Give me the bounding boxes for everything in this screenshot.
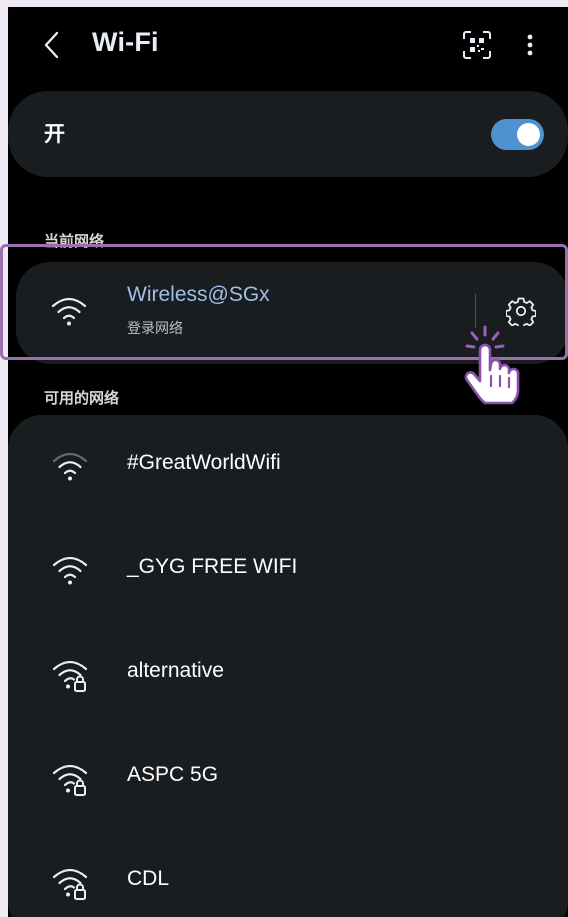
- more-vertical-icon[interactable]: [516, 29, 544, 61]
- current-network-status: 登录网络: [127, 320, 183, 336]
- network-row-greatworldwifi[interactable]: #GreatWorldWifi: [8, 415, 568, 515]
- wifi-icon: [51, 297, 87, 326]
- network-name: _GYG FREE WIFI: [127, 555, 298, 578]
- network-name: #GreatWorldWifi: [127, 451, 281, 474]
- current-network-name: Wireless@SGx: [127, 283, 270, 306]
- qr-scan-icon[interactable]: [461, 29, 493, 61]
- network-name: CDL: [127, 867, 170, 890]
- network-row-alternative[interactable]: alternative: [8, 623, 568, 723]
- divider: [475, 294, 476, 328]
- wifi-lock-icon: [52, 868, 88, 900]
- network-row-aspc-5g[interactable]: ASPC 5G: [8, 727, 568, 827]
- available-networks-heading: 可用的网络: [44, 390, 120, 407]
- wifi-lock-icon: [52, 660, 88, 692]
- header-bar: Wi-Fi: [8, 7, 568, 83]
- switch-knob: [517, 123, 540, 146]
- wifi-toggle-row[interactable]: 开: [8, 91, 568, 177]
- page-title: Wi-Fi: [92, 27, 159, 57]
- network-name: alternative: [127, 659, 224, 682]
- current-network-heading: 当前网络: [44, 233, 105, 250]
- network-row-cdl[interactable]: CDL: [8, 831, 568, 917]
- chevron-left-icon[interactable]: [40, 29, 64, 61]
- toggle-label: 开: [44, 123, 65, 146]
- gear-icon[interactable]: [506, 296, 536, 326]
- wifi-switch[interactable]: [491, 119, 544, 150]
- available-networks-list: #GreatWorldWifi _GYG FREE WIFI alternati: [8, 415, 568, 917]
- wifi-icon: [52, 556, 88, 585]
- wifi-weak-icon: [52, 452, 88, 481]
- network-row-gyg-free-wifi[interactable]: _GYG FREE WIFI: [8, 519, 568, 619]
- network-name: ASPC 5G: [127, 763, 219, 786]
- wifi-settings-screen: Wi-Fi 开 当前网络 Wireless@SGx 登录网络 可用的网络 #Gr…: [8, 7, 568, 917]
- wifi-lock-icon: [52, 764, 88, 796]
- tap-hand-icon: [464, 325, 520, 405]
